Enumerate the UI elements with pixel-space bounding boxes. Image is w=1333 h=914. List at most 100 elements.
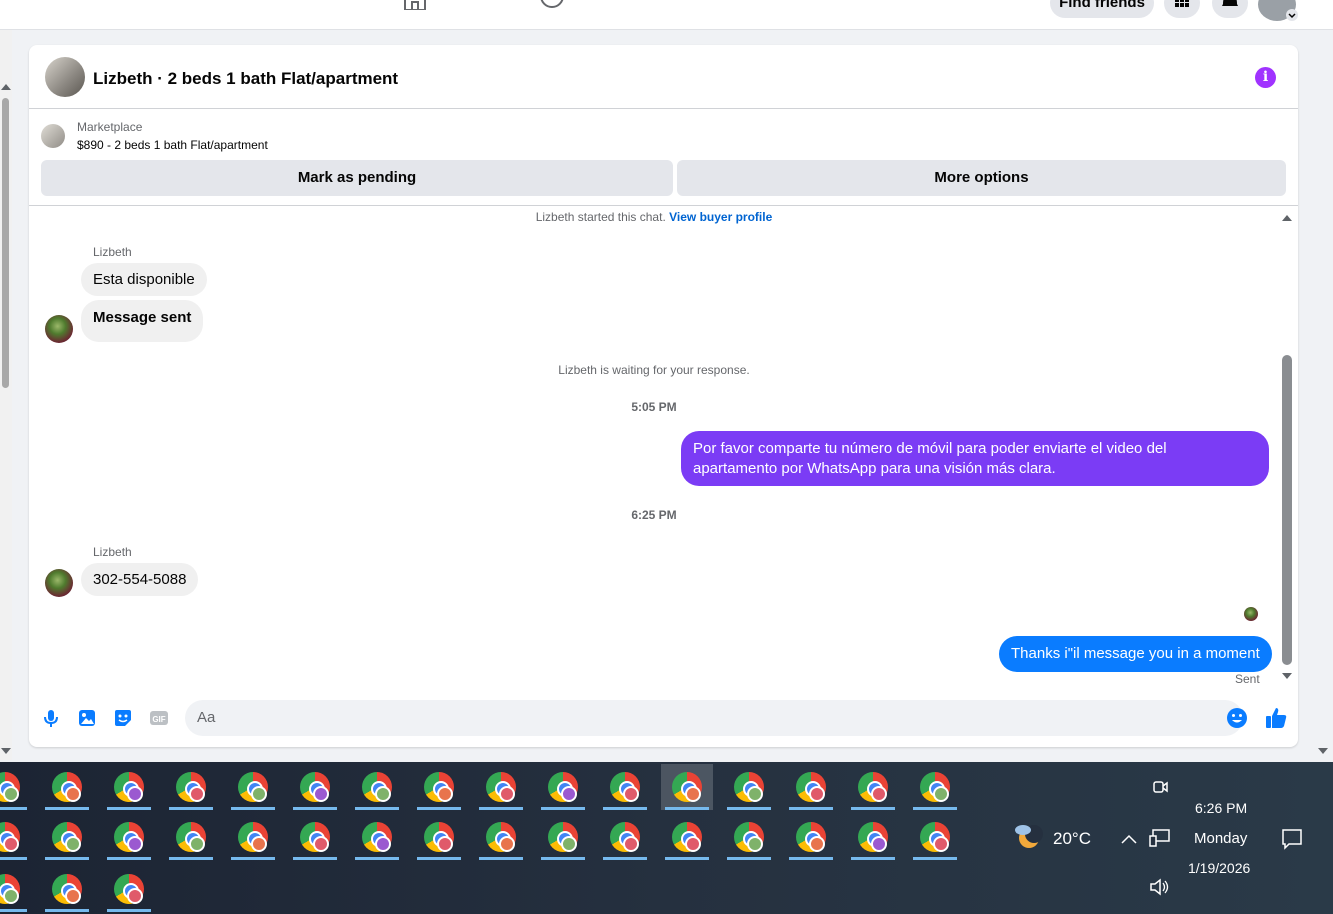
running-indicator (665, 857, 709, 860)
chrome-taskbar-icon[interactable] (413, 814, 465, 860)
chrome-taskbar-icon[interactable] (227, 764, 279, 810)
photo-icon[interactable] (77, 708, 97, 728)
chrome-taskbar-icon[interactable] (599, 814, 651, 860)
network-icon[interactable] (1149, 828, 1171, 848)
chrome-taskbar-icon[interactable] (785, 764, 837, 810)
listing-small-thumbnail[interactable] (41, 124, 65, 148)
profile-badge-icon (65, 836, 81, 852)
info-icon[interactable]: i (1255, 67, 1276, 88)
clock-day[interactable]: Monday (1194, 830, 1247, 847)
chat-scrollbar-thumb[interactable] (1282, 355, 1292, 665)
page-scrollbar[interactable] (0, 30, 12, 760)
listing-thumbnail[interactable] (45, 57, 85, 97)
chrome-taskbar-icon[interactable] (537, 814, 589, 860)
chrome-taskbar-icon[interactable] (41, 814, 93, 860)
chrome-taskbar-icon[interactable] (165, 814, 217, 860)
chat-header: Lizbeth · 2 beds 1 bath Flat/apartment i (29, 45, 1298, 109)
profile-badge-icon (3, 786, 19, 802)
profile-badge-icon (561, 786, 577, 802)
message-input[interactable]: Aa (185, 700, 1243, 736)
outgoing-message[interactable]: Por favor comparte tu número de móvil pa… (681, 431, 1269, 486)
chrome-taskbar-icon[interactable] (475, 764, 527, 810)
meet-now-icon[interactable] (1151, 778, 1169, 796)
chrome-taskbar-icon[interactable] (351, 814, 403, 860)
chat-scroll-up-icon[interactable] (1282, 215, 1292, 221)
profile-badge-icon (375, 786, 391, 802)
chrome-taskbar-icon[interactable] (909, 814, 961, 860)
chevron-up-icon[interactable] (1120, 832, 1138, 846)
scroll-up-arrow-icon[interactable] (1, 84, 11, 90)
chrome-taskbar-icon[interactable] (661, 764, 713, 810)
chrome-taskbar-icon[interactable] (661, 814, 713, 860)
home-icon[interactable] (402, 0, 428, 10)
chrome-taskbar-icon[interactable] (0, 764, 31, 810)
temperature[interactable]: 20°C (1053, 829, 1091, 849)
chevron-down-icon[interactable] (1286, 9, 1298, 21)
chrome-taskbar-icon[interactable] (41, 866, 93, 912)
chrome-taskbar-icon[interactable] (909, 764, 961, 810)
running-indicator (355, 857, 399, 860)
outgoing-message[interactable]: Thanks i"il message you in a moment (999, 636, 1272, 672)
profile-badge-icon (127, 888, 143, 904)
running-indicator (851, 807, 895, 810)
emoji-icon[interactable] (1226, 707, 1248, 729)
scroll-down-arrow-icon[interactable] (1, 748, 11, 754)
chrome-taskbar-icon[interactable] (847, 764, 899, 810)
running-indicator (0, 807, 27, 810)
notifications-button[interactable] (1212, 0, 1248, 18)
chat-start-notice: Lizbeth started this chat. View buyer pr… (29, 210, 1279, 224)
sender-avatar[interactable] (45, 315, 73, 343)
mark-as-pending-button[interactable]: Mark as pending (41, 160, 673, 196)
clock-time[interactable]: 6:26 PM (1195, 800, 1247, 816)
incoming-message[interactable]: 302-554-5088 (81, 563, 199, 596)
menu-grid-button[interactable] (1164, 0, 1200, 18)
gif-icon[interactable]: GIF (149, 708, 169, 728)
chrome-taskbar-icon[interactable] (103, 866, 155, 912)
find-friends-button[interactable]: Find friends (1050, 0, 1154, 18)
chrome-taskbar-icon[interactable] (723, 764, 775, 810)
chrome-taskbar-icon[interactable] (475, 814, 527, 860)
chrome-taskbar-icon[interactable] (289, 764, 341, 810)
running-indicator (169, 857, 213, 860)
clock-date[interactable]: 1/19/2026 (1188, 860, 1250, 876)
view-buyer-profile-link[interactable]: View buyer profile (669, 210, 772, 224)
running-indicator (417, 857, 461, 860)
chrome-taskbar-icon[interactable] (103, 814, 155, 860)
sender-avatar[interactable] (45, 569, 73, 597)
chrome-taskbar-icon[interactable] (0, 814, 31, 860)
chat-scrollbar[interactable] (1279, 213, 1295, 683)
chat-title[interactable]: Lizbeth · 2 beds 1 bath Flat/apartment (93, 69, 398, 89)
page-scroll-down-arrow-icon[interactable] (1318, 748, 1328, 754)
chrome-taskbar-icon[interactable] (847, 814, 899, 860)
profile-icon[interactable] (539, 0, 565, 10)
more-options-button[interactable]: More options (677, 160, 1286, 196)
page-scrollbar-thumb[interactable] (2, 98, 9, 388)
sticker-icon[interactable] (113, 708, 133, 728)
volume-icon[interactable] (1149, 878, 1171, 896)
outgoing-message-line: apartamento por WhatsApp para una visión… (693, 460, 1056, 477)
chat-scroll-down-icon[interactable] (1282, 673, 1292, 679)
chrome-taskbar-icon[interactable] (537, 764, 589, 810)
chrome-taskbar-icon[interactable] (227, 814, 279, 860)
chrome-taskbar-icon[interactable] (785, 814, 837, 860)
chrome-taskbar-icon[interactable] (165, 764, 217, 810)
listing-price-title[interactable]: $890 - 2 beds 1 bath Flat/apartment (77, 138, 268, 152)
microphone-icon[interactable] (41, 708, 61, 728)
incoming-message[interactable]: Message sent (81, 300, 204, 342)
weather-moon-cloud-icon[interactable] (1013, 822, 1043, 850)
chrome-taskbar-icon[interactable] (0, 866, 31, 912)
outgoing-message-line: Por favor comparte tu número de móvil pa… (693, 440, 1167, 457)
chrome-taskbar-icon[interactable] (41, 764, 93, 810)
running-indicator (417, 807, 461, 810)
marketplace-label: Marketplace (77, 120, 143, 134)
chrome-taskbar-icon[interactable] (413, 764, 465, 810)
chrome-taskbar-icon[interactable] (599, 764, 651, 810)
incoming-message[interactable]: Esta disponible (81, 263, 207, 296)
chrome-taskbar-icon[interactable] (289, 814, 341, 860)
running-indicator (851, 857, 895, 860)
chrome-taskbar-icon[interactable] (351, 764, 403, 810)
chrome-taskbar-icon[interactable] (103, 764, 155, 810)
thumbs-up-icon[interactable] (1264, 706, 1288, 730)
notification-center-icon[interactable] (1281, 828, 1303, 850)
chrome-taskbar-icon[interactable] (723, 814, 775, 860)
